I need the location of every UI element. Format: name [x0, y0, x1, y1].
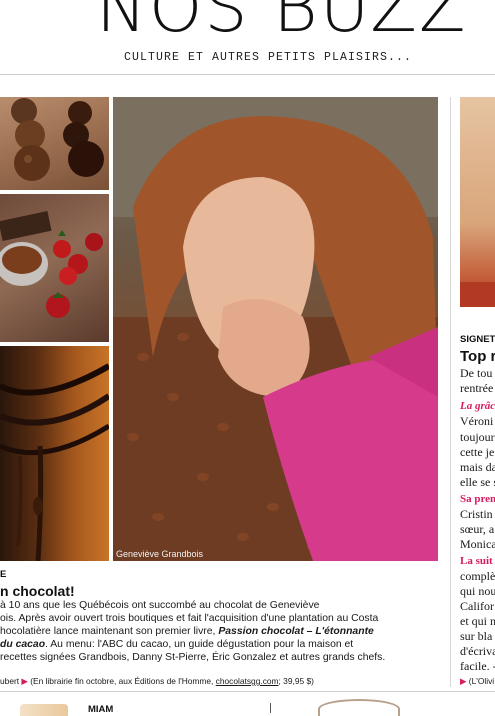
- signet-line: Véroni: [460, 414, 494, 428]
- book-title-end: du cacao: [0, 639, 46, 650]
- signet-line: complè: [460, 569, 495, 583]
- footer-thumbnail: [20, 704, 68, 716]
- footer-separator: [270, 703, 271, 713]
- article-body-line: à 10 ans que les Québécois ont succombé …: [0, 600, 320, 611]
- credit-price: ; 39,95 $): [278, 676, 314, 686]
- signet-line: elle se s: [460, 475, 495, 489]
- article-kicker: E: [0, 569, 7, 580]
- triangle-bullet-icon: ▶: [460, 676, 467, 686]
- article-body-line: du cacao. Au menu: l'ABC du cacao, un gu…: [0, 638, 353, 651]
- article-body-line: recettes signées Grandbois, Danny St-Pie…: [0, 652, 386, 663]
- signet-line: d'écriva: [460, 644, 495, 658]
- strawberries-photo: [0, 194, 109, 342]
- signet-line: toujour: [460, 430, 495, 444]
- article-headline: n chocolat!: [0, 583, 75, 599]
- signet-line: sur bla: [460, 629, 493, 643]
- footer-thumbnail: [318, 699, 400, 716]
- signet-line: De tou: [460, 366, 493, 380]
- article-body-line: hocolatière lance maintenant son premier…: [0, 625, 374, 638]
- signet-line: rentrée: [460, 381, 494, 395]
- signet-credit: ▶ (L'Olivi: [460, 676, 494, 686]
- signet-book-title: La grâc: [460, 400, 495, 412]
- signet-line: sœur, a: [460, 522, 495, 536]
- footer-section-label: MIAM: [88, 704, 114, 715]
- signet-line: et qui n: [460, 614, 495, 628]
- photo-credit: Geneviève Grandbois: [116, 549, 204, 559]
- signet-book-title: Sa pren: [460, 493, 495, 505]
- signet-line: cette je: [460, 445, 495, 459]
- header-divider: [0, 74, 495, 75]
- article-body-line: ois. Après avoir ouvert trois boutiques …: [0, 613, 379, 624]
- signet-book-title: La suit: [460, 555, 493, 567]
- article-body-text: hocolatière lance maintenant son premier…: [0, 626, 216, 637]
- article-body-text: . Au menu: l'ABC du cacao, un guide dégu…: [45, 639, 354, 650]
- credit-author: ubert: [0, 676, 20, 686]
- signet-credit-text: (L'Olivi: [468, 676, 495, 686]
- signet-title: Top r: [460, 348, 495, 365]
- triangle-bullet-icon: ▶: [21, 676, 28, 686]
- section-subtitle: CULTURE ET AUTRES PETITS PLAISIRS...: [124, 51, 413, 64]
- section-title: NOS BUZZ: [96, 0, 468, 44]
- signet-line: facile. -: [460, 659, 495, 673]
- book-title: Passion chocolat – L'étonnante: [218, 626, 374, 637]
- signet-label: SIGNET: [460, 334, 495, 345]
- signet-line: Monica: [460, 537, 495, 551]
- signet-line: Cristin: [460, 507, 493, 521]
- truffles-photo: [0, 97, 109, 190]
- portrait-photo: [113, 97, 438, 561]
- website-link[interactable]: chocolatsgg.com: [216, 676, 279, 686]
- footer-divider: [0, 691, 495, 692]
- credit-text: (En librairie fin octobre, aux Éditions …: [30, 676, 214, 686]
- signet-line: mais da: [460, 460, 495, 474]
- article-credit: ubert ▶ (En librairie fin octobre, aux É…: [0, 676, 314, 686]
- signet-line: qui nou: [460, 584, 495, 598]
- column-divider: [450, 97, 451, 687]
- signet-line: Califor: [460, 599, 494, 613]
- book-cover-photo: [460, 97, 495, 327]
- melted-chocolate-photo: [0, 346, 109, 561]
